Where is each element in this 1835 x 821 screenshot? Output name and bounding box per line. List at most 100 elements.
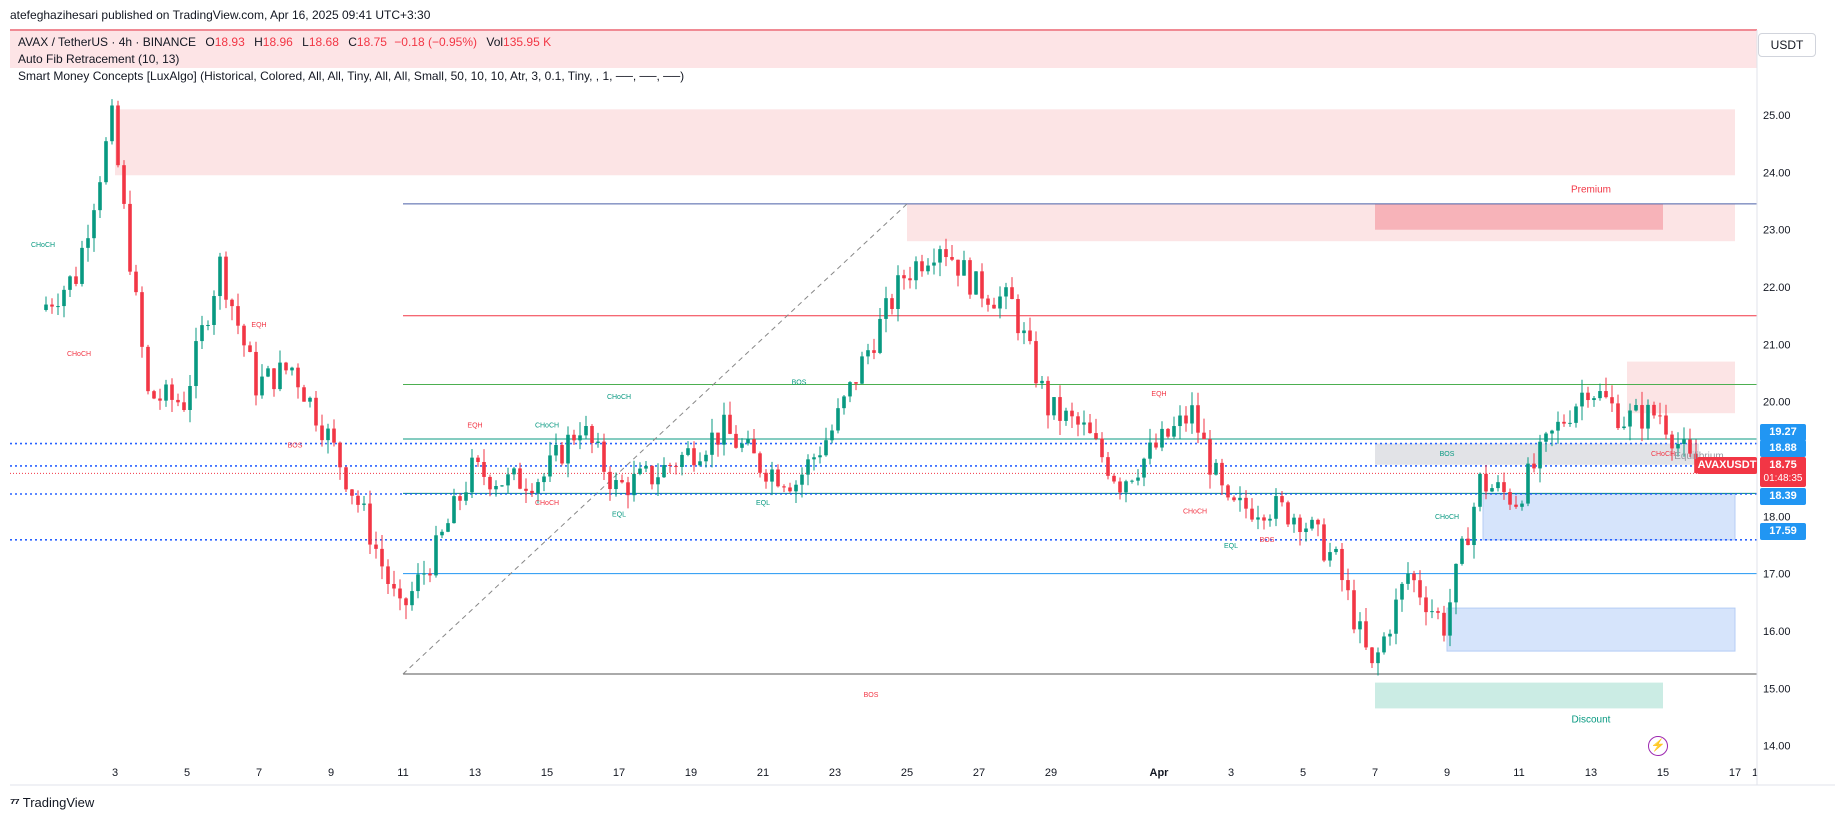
candle-body [548,455,552,477]
candle-body [1544,433,1548,442]
candle-body [896,275,900,309]
candle-body [1520,503,1524,507]
candle-body [980,271,984,299]
candle-body [302,387,306,402]
candle-body [128,203,132,272]
candle-body [824,440,828,456]
candle-body [1382,636,1386,653]
candle-body [242,325,246,346]
label-eql-21: EQL [1224,543,1238,550]
candle-body [332,428,336,443]
x-tick-label: 17 [1729,767,1741,779]
x-tick-label: 7 [1372,767,1378,779]
candle-body [1466,538,1470,546]
candle-body [1496,482,1500,489]
currency-selector[interactable]: USDT [1758,33,1816,57]
legend-indicator-smc[interactable]: Smart Money Concepts [LuxAlgo] (Historic… [18,69,684,83]
candle-body [746,439,750,444]
candle-body [464,492,468,501]
candle-body [1298,517,1302,533]
candle-body [362,503,366,505]
x-tick-label: 3 [112,767,118,779]
candle-body [1154,442,1158,448]
candle-body [1028,330,1032,342]
candle-body [710,432,714,455]
candle-body [920,261,924,272]
chart-frame[interactable]: PremiumDiscountEquilibriumBOSBOSBOSBOSBO… [0,0,1835,821]
candle-body [434,535,438,576]
candle-body [224,256,228,300]
candle-body [1628,410,1632,427]
candle-body [182,402,186,411]
candle-body [1334,548,1338,553]
candle-body [1508,492,1512,505]
candle-body [572,434,576,441]
candle-body [1430,611,1434,613]
candle-body [368,503,372,545]
candle-body [1418,580,1422,598]
candle-body [164,384,168,401]
candle-body [1256,517,1260,520]
candle-body [560,444,564,464]
x-tick-label: 7 [256,767,262,779]
price-chart[interactable]: PremiumDiscountEquilibriumBOSBOSBOSBOSBO… [0,0,1835,821]
candle-body [776,469,780,487]
candle-body [134,271,138,293]
candle-body [1574,406,1578,423]
lightning-icon[interactable]: ⚡ [1648,736,1668,756]
candle-body [236,306,240,326]
candle-body [962,260,966,276]
y-tick-label: 14.00 [1763,741,1791,753]
y-tick-label: 22.00 [1763,282,1791,294]
last-price-value: 18.75 [1769,459,1797,471]
candle-body [68,276,72,290]
candle-body [1622,426,1626,429]
legend-indicator-fib[interactable]: Auto Fib Retracement (10, 13) [18,52,179,66]
candle-body [398,588,402,599]
label-choch-8: CHoCH [31,242,55,249]
candle-body [380,548,384,567]
candle-body [530,490,534,493]
candle-body [482,461,486,477]
candle-body [1304,528,1308,533]
candle-body [80,247,84,284]
candle-body [1046,380,1050,416]
candle-body [56,306,60,308]
candle-body [860,356,864,384]
candle-body [188,386,192,411]
candle-body [1346,580,1350,591]
candle-body [662,464,666,478]
price-tag-19-27: 19.27 [1760,424,1806,441]
candle-body [320,425,324,441]
x-tick-label: 25 [901,767,913,779]
candle-body [1604,391,1608,398]
legend-symbol[interactable]: AVAX / TetherUS · 4h · BINANCE [18,35,196,49]
candle-body [752,439,756,454]
candle-body [686,448,690,455]
candle-body [110,105,114,142]
candle-body [1490,488,1494,492]
label-eqh-18: EQH [1151,391,1166,398]
candle-body [314,397,318,426]
y-tick-label: 24.00 [1763,167,1791,179]
candle-body [668,464,672,466]
candle-body [1328,552,1332,561]
tradingview-logo: ⁷⁷ TradingView [10,795,94,810]
candle-body [1556,421,1560,431]
label-discount-1: Discount [1572,715,1611,726]
candle-body [44,304,48,310]
label-bos-5: BOS [1440,451,1455,458]
candle-body [1010,287,1014,300]
candle-body [248,345,252,352]
candle-body [944,249,948,258]
candle-body [392,583,396,589]
candle-body [1076,416,1080,425]
candle-body [932,262,936,266]
candle-body [1280,496,1284,503]
candle-body [470,457,474,493]
candle-body [1100,438,1104,458]
candle-body [704,454,708,462]
y-tick-label: 25.00 [1763,110,1791,122]
candle-body [1214,462,1218,475]
candle-body [200,325,204,342]
